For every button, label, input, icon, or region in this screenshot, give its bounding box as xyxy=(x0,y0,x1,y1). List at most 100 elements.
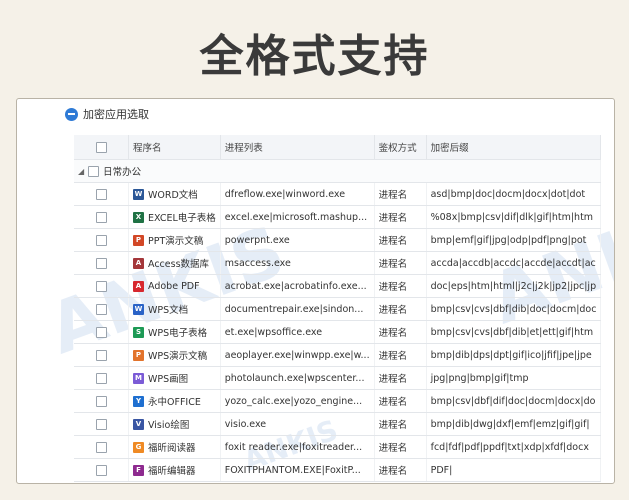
auth-method-cell: 进程名 xyxy=(374,366,427,390)
row-checkbox-cell[interactable] xyxy=(74,297,129,321)
header-encrypt-ext[interactable]: 加密后缀 xyxy=(426,135,602,160)
wps-paint-icon: M xyxy=(133,372,144,384)
row-checkbox-cell[interactable] xyxy=(74,435,129,459)
row-checkbox[interactable] xyxy=(95,257,107,269)
encrypt-ext-cell: bmp|dib|dps|dpt|gif|ico|jfif|jpe|jpe xyxy=(426,343,602,367)
row-checkbox[interactable] xyxy=(95,395,107,407)
encrypt-ext-cell: doc|eps|htm|html|j2c|j2k|jp2|jpc|jp xyxy=(426,274,602,298)
program-name: WPS画图 xyxy=(148,374,189,385)
program-name-cell: A Adobe PDF xyxy=(128,274,221,298)
row-checkbox[interactable] xyxy=(95,326,107,338)
auth-method-cell: 进程名 xyxy=(374,458,427,482)
row-checkbox[interactable] xyxy=(95,188,107,200)
table-row[interactable]: M WPS画图 photolaunch.exe|wpscenter... 进程名 jpg… xyxy=(74,366,602,390)
row-checkbox-cell[interactable] xyxy=(74,458,129,482)
row-checkbox-cell[interactable] xyxy=(74,228,129,252)
row-checkbox[interactable] xyxy=(95,349,107,361)
program-name: WPS文档 xyxy=(148,305,189,316)
table-row[interactable]: Y 永中OFFICE yozo_calc.exe|yozo_engine... 进程名… xyxy=(74,389,602,413)
auth-method-cell: 进程名 xyxy=(374,320,427,344)
header-auth-method[interactable]: 鉴权方式 xyxy=(374,135,427,160)
app-logo-icon xyxy=(65,107,78,121)
auth-method-cell: 进程名 xyxy=(374,205,427,229)
row-checkbox[interactable] xyxy=(95,234,107,246)
program-name: WPS电子表格 xyxy=(148,328,208,339)
powerpoint-icon: P xyxy=(133,234,144,246)
encrypt-ext-cell: bmp|dib|dwg|dxf|emf|emz|gif|gif| xyxy=(426,412,602,436)
table-row[interactable]: G 福昕阅读器 foxit reader.exe|foxitreader... 进程名… xyxy=(74,435,602,459)
table-row[interactable]: A Adobe PDF acrobat.exe|acrobatinfo.exe...… xyxy=(74,274,602,298)
process-list-cell: photolaunch.exe|wpscenter... xyxy=(220,366,375,390)
wps-present-icon: P xyxy=(133,349,144,361)
row-checkbox[interactable] xyxy=(95,418,107,430)
encrypt-ext-cell: bmp|csv|dbf|dif|doc|docm|docx|do xyxy=(426,389,602,413)
access-icon: A xyxy=(133,257,144,269)
table-row[interactable]: W WORD文档 dfreflow.exe|winword.exe 进程名 asd|bm… xyxy=(74,182,602,206)
table-row[interactable]: A Access数据库 msaccess.exe 进程名 accda|accdb|acc… xyxy=(74,251,602,275)
table-row[interactable]: F 福昕编辑器 FOXITPHANTOM.EXE|FoxitP... 进程名 PDF| xyxy=(74,458,602,482)
row-checkbox[interactable] xyxy=(95,372,107,384)
process-list-cell: powerpnt.exe xyxy=(220,228,375,252)
row-checkbox-cell[interactable] xyxy=(74,366,129,390)
program-name-cell: V Visio绘图 xyxy=(128,412,221,436)
row-checkbox[interactable] xyxy=(95,303,107,315)
program-name-cell: S WPS电子表格 xyxy=(128,320,221,344)
wps-writer-icon: W xyxy=(133,303,144,315)
row-checkbox-cell[interactable] xyxy=(74,205,129,229)
table-row[interactable]: P WPS演示文稿 aeoplayer.exe|winwpp.exe|w... 进程名… xyxy=(74,343,602,367)
yozo-office-icon: Y xyxy=(133,395,144,407)
process-list-cell: acrobat.exe|acrobatinfo.exe... xyxy=(220,274,375,298)
group-row[interactable]: ◢ 日常办公 xyxy=(74,159,602,183)
program-name: Adobe PDF xyxy=(148,280,200,292)
table-row[interactable]: X EXCEL电子表格 excel.exe|microsoft.mashup... 进… xyxy=(74,205,602,229)
process-list-cell: documentrepair.exe|sindon... xyxy=(220,297,375,321)
program-name: WPS演示文稿 xyxy=(148,351,208,362)
row-checkbox[interactable] xyxy=(95,441,107,453)
encrypt-ext-cell: accda|accdb|accdc|accde|accdt|ac xyxy=(426,251,602,275)
table-row[interactable]: S WPS电子表格 et.exe|wpsoffice.exe 进程名 bmp|csv|c… xyxy=(74,320,602,344)
group-cell: ◢ 日常办公 xyxy=(74,159,602,183)
foxit-reader-icon: G xyxy=(133,441,144,453)
process-list-cell: foxit reader.exe|foxitreader... xyxy=(220,435,375,459)
program-name-cell: Y 永中OFFICE xyxy=(128,389,221,413)
header-program-name[interactable]: 程序名 xyxy=(128,135,221,160)
table-row[interactable]: V Visio绘图 visio.exe 进程名 bmp|dib|dwg|dxf|emf|… xyxy=(74,412,602,436)
select-all-checkbox[interactable] xyxy=(95,141,107,153)
program-name: Access数据库 xyxy=(148,259,210,270)
process-list-cell: visio.exe xyxy=(220,412,375,436)
select-all-cell[interactable] xyxy=(74,135,129,160)
adobe-pdf-icon: A xyxy=(133,280,144,292)
table-row[interactable]: P PPT演示文稿 powerpnt.exe 进程名 bmp|emf|gif|jpg|o… xyxy=(74,228,602,252)
encrypt-ext-cell: bmp|csv|cvs|dbf|dib|doc|docm|doc xyxy=(426,297,602,321)
program-name: 福昕编辑器 xyxy=(148,466,196,477)
row-checkbox-cell[interactable] xyxy=(74,412,129,436)
collapse-caret-icon[interactable]: ◢ xyxy=(78,167,84,176)
encrypt-ext-cell: %08x|bmp|csv|dif|dlk|gif|htm|htm xyxy=(426,205,602,229)
program-name-cell: P PPT演示文稿 xyxy=(128,228,221,252)
process-list-cell: msaccess.exe xyxy=(220,251,375,275)
row-checkbox-cell[interactable] xyxy=(74,274,129,298)
row-checkbox-cell[interactable] xyxy=(74,251,129,275)
row-checkbox-cell[interactable] xyxy=(74,182,129,206)
auth-method-cell: 进程名 xyxy=(374,274,427,298)
row-checkbox[interactable] xyxy=(95,464,107,476)
row-checkbox-cell[interactable] xyxy=(74,343,129,367)
process-list-cell: dfreflow.exe|winword.exe xyxy=(220,182,375,206)
auth-method-cell: 进程名 xyxy=(374,182,427,206)
header-process-list[interactable]: 进程列表 xyxy=(220,135,375,160)
row-checkbox[interactable] xyxy=(95,211,107,223)
row-checkbox-cell[interactable] xyxy=(74,389,129,413)
program-name-cell: M WPS画图 xyxy=(128,366,221,390)
auth-method-cell: 进程名 xyxy=(374,435,427,459)
row-checkbox[interactable] xyxy=(95,280,107,292)
encrypt-ext-cell: PDF| xyxy=(426,458,602,482)
row-checkbox-cell[interactable] xyxy=(74,320,129,344)
program-name-cell: W WPS文档 xyxy=(128,297,221,321)
program-name: 福昕阅读器 xyxy=(148,443,196,454)
program-name-cell: A Access数据库 xyxy=(128,251,221,275)
word-icon: W xyxy=(133,188,144,200)
table-row[interactable]: W WPS文档 documentrepair.exe|sindon... 进程名 bmp… xyxy=(74,297,602,321)
program-name-cell: G 福昕阅读器 xyxy=(128,435,221,459)
program-name: PPT演示文稿 xyxy=(148,236,204,247)
group-checkbox[interactable] xyxy=(88,165,100,177)
